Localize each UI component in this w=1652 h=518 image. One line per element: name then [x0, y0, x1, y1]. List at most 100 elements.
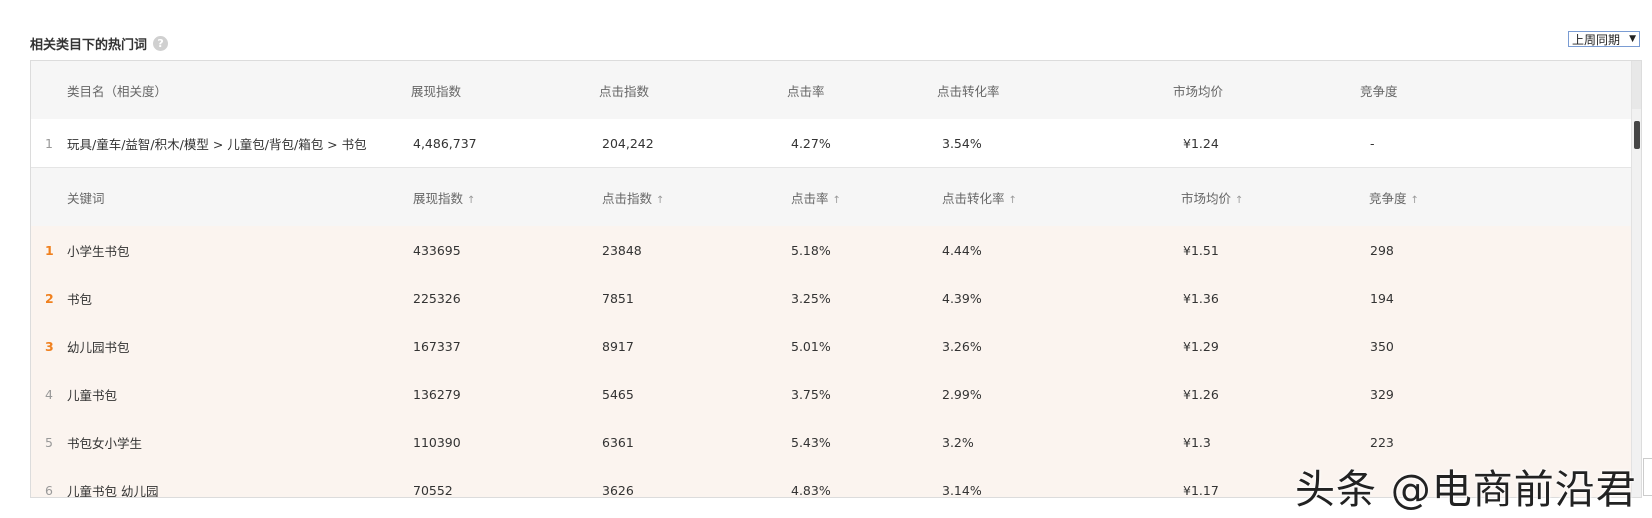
category-row-ctr: 4.27% — [791, 135, 831, 151]
row-impressions: 110390 — [413, 434, 461, 450]
category-row-name: 玩具/童车/益智/积木/模型 > 儿童包/背包/箱包 > 书包 — [67, 136, 367, 152]
sort-up-icon[interactable]: ↑ — [1009, 195, 1017, 206]
col-kw-ctr: 点击率 — [791, 190, 829, 206]
table-row[interactable]: 4 儿童书包 136279 5465 3.75% 2.99% ¥1.26 329 — [31, 370, 1634, 419]
row-price: ¥1.26 — [1183, 386, 1219, 402]
row-competition: 350 — [1370, 338, 1394, 354]
row-clicks: 8917 — [602, 338, 634, 354]
row-cvr: 3.14% — [942, 482, 982, 498]
row-price: ¥1.29 — [1183, 338, 1219, 354]
row-index: 4 — [45, 386, 53, 402]
table-row[interactable]: 1 小学生书包 433695 23848 5.18% 4.44% ¥1.51 2… — [31, 226, 1634, 275]
row-impressions: 225326 — [413, 290, 461, 306]
row-competition: 329 — [1370, 386, 1394, 402]
sort-competition[interactable]: 竞争度 ↑ — [1369, 188, 1419, 207]
category-row-impressions: 4,486,737 — [413, 135, 477, 151]
keyword-header-row: 关键词 展现指数 ↑ 点击指数 ↑ 点击率 ↑ 点击转化率 ↑ 市场均价 ↑ 竞争度 ↑ — [31, 168, 1634, 226]
sort-up-icon[interactable]: ↑ — [1235, 195, 1243, 206]
col-category-name: 类目名（相关度） — [67, 83, 168, 99]
row-clicks: 23848 — [602, 242, 642, 258]
row-ctr: 5.43% — [791, 434, 831, 450]
row-cvr: 4.39% — [942, 290, 982, 306]
row-ctr: 4.83% — [791, 482, 831, 498]
category-row: 1 玩具/童车/益智/积木/模型 > 儿童包/背包/箱包 > 书包 4,486,… — [31, 119, 1634, 168]
row-impressions: 433695 — [413, 242, 461, 258]
col-kw-cvr: 点击转化率 — [942, 190, 1005, 206]
category-row-cvr: 3.54% — [942, 135, 982, 151]
section-title-text: 相关类目下的热门词 — [30, 38, 148, 53]
row-impressions: 70552 — [413, 482, 453, 498]
row-keyword: 书包女小学生 — [67, 435, 143, 451]
help-icon[interactable]: ? — [153, 36, 169, 51]
sort-up-icon[interactable]: ↑ — [467, 195, 475, 206]
col-ctr: 点击率 — [787, 83, 825, 99]
sort-up-icon[interactable]: ↑ — [656, 195, 664, 206]
row-price: ¥1.36 — [1183, 290, 1219, 306]
category-header-row: 类目名（相关度） 展现指数 点击指数 点击率 点击转化率 市场均价 竞争度 — [31, 61, 1634, 119]
row-index: 5 — [45, 434, 53, 450]
category-row-price: ¥1.24 — [1183, 135, 1219, 151]
col-kw-competition: 竞争度 — [1369, 190, 1407, 206]
row-clicks: 5465 — [602, 386, 634, 402]
col-keyword: 关键词 — [67, 190, 105, 206]
edge-widget — [1643, 458, 1652, 496]
row-keyword: 儿童书包 幼儿园 — [67, 483, 159, 498]
row-ctr: 3.25% — [791, 290, 831, 306]
scrollbar-thumb[interactable] — [1634, 121, 1640, 149]
sort-impressions[interactable]: 展现指数 ↑ — [413, 188, 475, 207]
category-row-competition: - — [1370, 135, 1375, 151]
sort-up-icon[interactable]: ↑ — [1411, 195, 1419, 206]
table-row[interactable]: 3 幼儿园书包 167337 8917 5.01% 3.26% ¥1.29 35… — [31, 322, 1634, 371]
col-clicks: 点击指数 — [599, 83, 650, 99]
row-index: 6 — [45, 482, 53, 498]
row-keyword: 小学生书包 — [67, 243, 130, 259]
hot-keywords-table: 类目名（相关度） 展现指数 点击指数 点击率 点击转化率 市场均价 竞争度 1 … — [30, 60, 1642, 498]
chevron-down-icon: ▼ — [1629, 34, 1636, 44]
sort-clicks[interactable]: 点击指数 ↑ — [602, 188, 664, 207]
col-cvr: 点击转化率 — [937, 83, 1000, 99]
watermark: 头条 @电商前沿君 — [1295, 467, 1637, 513]
category-row-clicks: 204,242 — [602, 135, 654, 151]
sort-price[interactable]: 市场均价 ↑ — [1181, 188, 1243, 207]
row-keyword: 书包 — [67, 291, 93, 307]
table-row[interactable]: 2 书包 225326 7851 3.25% 4.39% ¥1.36 194 — [31, 274, 1634, 323]
row-index: 1 — [45, 242, 54, 258]
row-keyword: 儿童书包 — [67, 387, 118, 403]
row-clicks: 7851 — [602, 290, 634, 306]
row-impressions: 136279 — [413, 386, 461, 402]
col-kw-impressions: 展现指数 — [413, 190, 464, 206]
scrollbar-up-arrow[interactable] — [1632, 61, 1641, 109]
row-ctr: 5.01% — [791, 338, 831, 354]
col-kw-clicks: 点击指数 — [602, 190, 653, 206]
row-impressions: 167337 — [413, 338, 461, 354]
row-price: ¥1.51 — [1183, 242, 1219, 258]
row-keyword: 幼儿园书包 — [67, 339, 130, 355]
row-cvr: 3.2% — [942, 434, 974, 450]
row-competition: 194 — [1370, 290, 1394, 306]
category-row-index: 1 — [45, 135, 53, 151]
period-select-label: 上周同期 — [1572, 32, 1621, 47]
row-cvr: 2.99% — [942, 386, 982, 402]
period-select[interactable]: 上周同期 ▼ — [1568, 31, 1640, 47]
row-index: 3 — [45, 338, 54, 354]
row-cvr: 3.26% — [942, 338, 982, 354]
row-index: 2 — [45, 290, 54, 306]
section-title: 相关类目下的热门词 ? — [30, 34, 169, 53]
row-competition: 298 — [1370, 242, 1394, 258]
row-clicks: 6361 — [602, 434, 634, 450]
sort-up-icon[interactable]: ↑ — [833, 195, 841, 206]
row-competition: 223 — [1370, 434, 1394, 450]
table-scrollbar[interactable] — [1631, 61, 1641, 497]
row-ctr: 3.75% — [791, 386, 831, 402]
col-competition: 竞争度 — [1360, 83, 1398, 99]
sort-cvr[interactable]: 点击转化率 ↑ — [942, 188, 1017, 207]
row-clicks: 3626 — [602, 482, 634, 498]
row-cvr: 4.44% — [942, 242, 982, 258]
row-price: ¥1.17 — [1183, 482, 1219, 498]
row-price: ¥1.3 — [1183, 434, 1211, 450]
sort-ctr[interactable]: 点击率 ↑ — [791, 188, 841, 207]
row-ctr: 5.18% — [791, 242, 831, 258]
col-impressions: 展现指数 — [411, 83, 462, 99]
col-price: 市场均价 — [1173, 83, 1224, 99]
col-kw-price: 市场均价 — [1181, 190, 1232, 206]
